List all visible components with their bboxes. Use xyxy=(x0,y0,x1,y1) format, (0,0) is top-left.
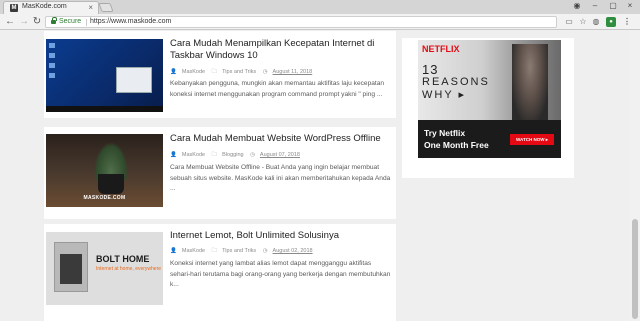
folder-icon: 🗀 xyxy=(211,248,218,254)
post-date[interactable]: August 02, 2018 xyxy=(273,248,313,254)
post-title[interactable]: Cara Mudah Menampilkan Kecepatan Interne… xyxy=(170,38,392,62)
extension-icon[interactable]: ◍ xyxy=(591,17,601,27)
address-bar[interactable]: Secure https://www.maskode.com xyxy=(45,16,557,28)
thumbnail-title: BOLT HOME xyxy=(96,254,150,264)
post-card: Cara Mudah Menampilkan Kecepatan Interne… xyxy=(44,31,396,118)
forward-arrow-icon[interactable]: → xyxy=(18,16,30,28)
browser-toolbar: ← → ↻ Secure https://www.maskode.com ▭ ☆… xyxy=(0,14,640,30)
sidebar-ad[interactable]: NETFLIX 13 REASONS WHY ▸ Try Netflix One… xyxy=(402,38,574,178)
cast-icon[interactable]: ▭ xyxy=(564,17,574,27)
post-category[interactable]: Tips and Triks xyxy=(222,69,256,75)
post-excerpt: Koneksi internet yang lambat alias lemot… xyxy=(170,260,391,288)
post-meta: 👤 MasKode 🗀 Blogging ◷ August 07, 2018 xyxy=(170,151,305,160)
clock-icon: ◷ xyxy=(262,69,268,75)
post-card: MASKODE.COM Cara Mudah Membuat Website W… xyxy=(44,127,396,219)
post-author[interactable]: MasKode xyxy=(182,248,205,254)
bolt-device-image xyxy=(60,254,82,284)
secure-label: Secure xyxy=(59,18,82,25)
ad-person-image xyxy=(512,44,548,120)
post-thumbnail[interactable]: BOLT HOME Internet at home, everywhere xyxy=(46,232,163,305)
post-title[interactable]: Internet Lemot, Bolt Unlimited Solusinya xyxy=(170,230,392,242)
back-arrow-icon[interactable]: ← xyxy=(4,16,16,28)
thumbnail-subtitle: Internet at home, everywhere xyxy=(96,266,162,272)
site-favicon-icon: M xyxy=(10,4,18,12)
author-icon: 👤 xyxy=(170,152,177,158)
thumbnail-caption: MASKODE.COM xyxy=(83,195,126,201)
omnibox-divider xyxy=(86,19,87,26)
post-thumbnail[interactable] xyxy=(46,39,163,112)
reload-icon[interactable]: ↻ xyxy=(31,16,43,28)
watch-now-button[interactable]: WATCH NOW ▸ xyxy=(510,134,554,145)
tab-strip: M MasKode.com × ◉ – ▢ × xyxy=(0,0,640,14)
maximize-icon[interactable]: ▢ xyxy=(606,0,620,12)
post-excerpt: Kebanyakan pengguna, mungkin akan memant… xyxy=(170,80,385,98)
page-scrollbar[interactable] xyxy=(630,31,640,321)
folder-icon: 🗀 xyxy=(211,152,218,158)
author-icon: 👤 xyxy=(170,248,177,254)
browser-tab[interactable]: M MasKode.com × xyxy=(3,1,99,14)
ad-cta-line1: Try Netflix xyxy=(424,128,466,138)
pot-image xyxy=(98,174,124,194)
menu-icon[interactable]: ⋮ xyxy=(622,17,632,27)
post-date[interactable]: August 07, 2018 xyxy=(260,152,300,158)
window-close-icon[interactable]: × xyxy=(623,0,637,12)
desktop-icons xyxy=(49,43,55,83)
ad-headline-reasons: REASONS xyxy=(422,76,490,88)
post-author[interactable]: MasKode xyxy=(182,69,205,75)
user-profile-icon[interactable]: ◉ xyxy=(570,0,584,12)
tab-close-icon[interactable]: × xyxy=(88,2,93,13)
post-thumbnail[interactable]: MASKODE.COM xyxy=(46,134,163,207)
url-text[interactable]: https://www.maskode.com xyxy=(90,18,171,25)
ad-brand-logo: NETFLIX xyxy=(422,44,460,54)
post-title[interactable]: Cara Mudah Membuat Website WordPress Off… xyxy=(170,133,392,145)
ad-headline-why: WHY ▸ xyxy=(422,89,467,101)
post-date[interactable]: August 11, 2018 xyxy=(273,69,313,75)
ad-cta-line2: One Month Free xyxy=(424,140,489,150)
taskbar xyxy=(46,106,163,112)
post-card: BOLT HOME Internet at home, everywhere I… xyxy=(44,224,396,321)
author-icon: 👤 xyxy=(170,69,177,75)
page-content: Cara Mudah Menampilkan Kecepatan Interne… xyxy=(0,31,640,321)
post-meta: 👤 MasKode 🗀 Tips and Triks ◷ August 02, 201… xyxy=(170,247,318,256)
post-category[interactable]: Tips and Triks xyxy=(222,248,256,254)
clock-icon: ◷ xyxy=(262,248,268,254)
netflix-ad-image[interactable]: NETFLIX 13 REASONS WHY ▸ Try Netflix One… xyxy=(418,40,561,158)
minimize-icon[interactable]: – xyxy=(588,0,602,12)
ad-headline-number: 13 xyxy=(422,62,439,77)
tab-title: MasKode.com xyxy=(22,3,67,10)
clock-icon: ◷ xyxy=(250,152,255,158)
folder-icon: 🗀 xyxy=(211,69,218,75)
post-excerpt: Cara Membuat Website Offline - Buat Anda… xyxy=(170,164,391,192)
post-category[interactable]: Blogging xyxy=(222,152,243,158)
green-extension-icon[interactable]: ● xyxy=(606,17,616,27)
lock-icon xyxy=(51,17,57,24)
desktop-window xyxy=(116,67,152,93)
post-meta: 👤 MasKode 🗀 Tips and Triks ◷ August 11, 201… xyxy=(170,68,317,77)
post-author[interactable]: MasKode xyxy=(182,152,205,158)
bookmark-star-icon[interactable]: ☆ xyxy=(578,17,588,27)
scroll-thumb[interactable] xyxy=(632,219,638,319)
new-tab-button[interactable] xyxy=(98,3,114,12)
